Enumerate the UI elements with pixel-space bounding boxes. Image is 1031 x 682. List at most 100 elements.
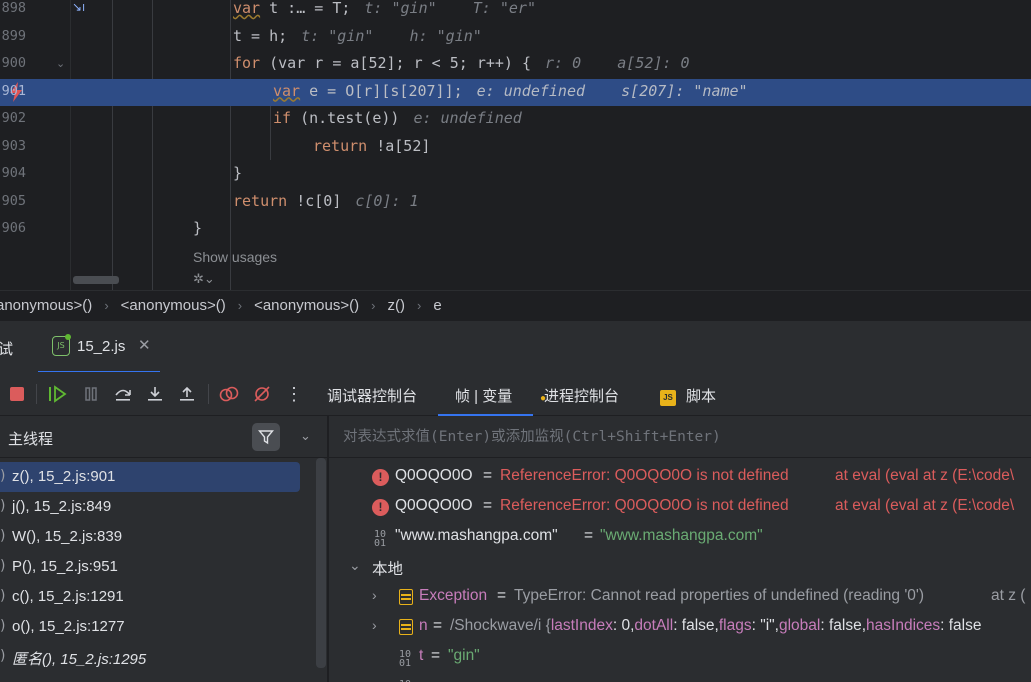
- mute-breakpoints-icon[interactable]: [251, 383, 273, 405]
- line-number: 901: [1, 82, 26, 99]
- watch-value: ReferenceError: Q0OQO0O is not defined: [500, 467, 789, 484]
- chevron-right-icon[interactable]: ›: [372, 617, 377, 633]
- equals-sign: =: [483, 467, 493, 484]
- scope-local[interactable]: ⌄ 本地: [329, 552, 1031, 582]
- stack-frame[interactable]: ) P(), 15_2.js:951: [0, 552, 300, 582]
- code-editor[interactable]: ↘I 898 var t :… = T; t: "gin" T: "er" 899…: [0, 0, 1031, 290]
- stack-frame[interactable]: ) 匿名(), 15_2.js:1295: [0, 642, 300, 672]
- step-out-icon[interactable]: [176, 383, 198, 405]
- stack-frame[interactable]: ) c(), 15_2.js:1291: [0, 582, 300, 612]
- equals-sign: =: [483, 497, 493, 514]
- code-line[interactable]: 899 t = h; t: "gin" h: "gin": [0, 24, 1031, 51]
- frame-icon: ): [0, 648, 6, 664]
- variable-value: "gin": [448, 647, 480, 664]
- keyword: for: [233, 54, 261, 72]
- view-breakpoints-icon[interactable]: [218, 383, 240, 405]
- watch-row[interactable]: ! Q0OQO0O = ReferenceError: Q0OQO0O is n…: [329, 492, 1031, 522]
- horizontal-scrollbar[interactable]: [73, 276, 119, 284]
- code-text: t = h;: [233, 26, 288, 45]
- breadcrumb-item[interactable]: e: [427, 297, 447, 314]
- filter-icon[interactable]: [252, 423, 280, 451]
- stop-icon[interactable]: [6, 383, 28, 405]
- keyword: var: [273, 81, 301, 100]
- code-line[interactable]: 900 ⌄ for (var r = a[52]; r < 5; r++) {r…: [0, 51, 1031, 78]
- watch-name: "www.mashangpa.com": [395, 527, 558, 544]
- variable-row[interactable]: › n = /Shockwave/i {lastIndex: 0,dotAll:…: [329, 612, 1031, 642]
- variable-row[interactable]: › Exception = TypeError: Cannot read pro…: [329, 582, 1031, 612]
- primitive-value-icon: 1001: [374, 529, 387, 549]
- code-text: t :… = T;: [260, 0, 351, 17]
- tab-scripts[interactable]: JS 脚本: [660, 372, 716, 416]
- code-line[interactable]: 905 return !c[0] c[0]: 1: [0, 189, 1031, 216]
- tab-debugger-console[interactable]: 调试器控制台: [327, 372, 417, 416]
- chevron-right-icon: ›: [416, 298, 422, 313]
- vertical-scrollbar[interactable]: [316, 458, 326, 668]
- equals-sign: =: [431, 647, 441, 664]
- tab-process-console[interactable]: ●进程控制台: [540, 372, 619, 416]
- close-icon[interactable]: ✕: [138, 336, 151, 354]
- frame-icon: ): [0, 528, 6, 544]
- code-line[interactable]: 906 }: [0, 216, 1031, 243]
- stack-frame[interactable]: ) o(), 15_2.js:1277: [0, 612, 300, 642]
- inline-value-hint: t: "gin" T: "er": [364, 0, 536, 17]
- tab-15_2-js[interactable]: JS 15_2.js ✕: [38, 321, 160, 373]
- variable-row[interactable]: 10 01 t = "gin": [329, 642, 1031, 672]
- frame-icon: ): [0, 588, 6, 604]
- object-icon: [399, 619, 413, 635]
- code-line[interactable]: 904 }: [0, 161, 1031, 188]
- stack-frame[interactable]: ) W(), 15_2.js:839: [0, 522, 300, 552]
- toolwindow-title: 试: [0, 341, 14, 358]
- breadcrumb-item[interactable]: <anonymous>(): [115, 297, 232, 314]
- chevron-down-icon[interactable]: ⌄: [300, 428, 311, 444]
- debug-toolbar: ⋮ 调试器控制台 帧 | 变量 ●进程控制台 JS 脚本: [0, 372, 1031, 416]
- chevron-down-icon[interactable]: ⌄: [349, 557, 361, 574]
- step-over-icon[interactable]: [112, 383, 134, 405]
- inline-value-hint: r: 0 a[52]: 0: [545, 54, 690, 72]
- code-line[interactable]: 902 if (n.test(e)) e: undefined: [0, 106, 1031, 133]
- keyword: return: [313, 136, 368, 155]
- breadcrumb-item[interactable]: z(): [381, 297, 411, 314]
- line-number: 903: [1, 137, 26, 154]
- resume-icon[interactable]: [46, 383, 68, 405]
- tab-frames-variables[interactable]: 帧 | 变量: [438, 372, 533, 416]
- inline-value-hint: e: undefined: [413, 109, 522, 127]
- watch-row[interactable]: ! Q0OQO0O = ReferenceError: Q0OQO0O is n…: [329, 462, 1031, 492]
- equals-sign: =: [584, 527, 594, 544]
- fold-chevron-icon[interactable]: ⌄: [56, 57, 65, 70]
- watch-row[interactable]: 10 01 "www.mashangpa.com" = "www.mashangp…: [329, 522, 1031, 552]
- code-line[interactable]: 903 return !a[52]: [0, 134, 1031, 161]
- variable-row[interactable]: 1001: [329, 672, 1031, 682]
- code-text: (var r = a[52]; r < 5; r++) {: [260, 54, 532, 72]
- chevron-right-icon[interactable]: ›: [372, 587, 377, 603]
- stack-frame[interactable]: ) j(), 15_2.js:849: [0, 492, 300, 522]
- breadcrumb-item[interactable]: anonymous>(): [0, 297, 98, 314]
- line-number: 898: [1, 0, 26, 16]
- stack-frame[interactable]: ) z(), 15_2.js:901: [0, 462, 300, 492]
- frames-panel: 主线程 ⌄ ) z(), 15_2.js:901 ) j(), 15_2.js:84…: [0, 416, 328, 682]
- line-number: 899: [1, 27, 26, 44]
- code-text: (n.test(e)): [291, 109, 400, 127]
- ai-assistant-icon[interactable]: ✲⌄: [193, 271, 215, 287]
- frame-icon: ): [0, 468, 6, 484]
- primitive-value-icon: 1001: [399, 649, 412, 669]
- code-line[interactable]: 898 var t :… = T; t: "gin" T: "er": [0, 0, 1031, 23]
- line-number: 906: [1, 220, 26, 236]
- scope-label: 本地: [372, 561, 404, 578]
- more-options-icon[interactable]: ⋮: [283, 383, 305, 405]
- breadcrumb-item[interactable]: <anonymous>(): [248, 297, 365, 314]
- code-text: !c[0]: [287, 191, 342, 210]
- code-text: }: [233, 164, 243, 182]
- thread-selector[interactable]: 主线程 ⌄: [0, 416, 328, 458]
- running-indicator-icon: [65, 334, 71, 340]
- line-number: 905: [1, 192, 26, 209]
- show-usages-link[interactable]: Show usages: [193, 249, 277, 265]
- code-text: }: [193, 219, 203, 237]
- watch-value: ReferenceError: Q0OQO0O is not defined: [500, 497, 789, 514]
- evaluate-expression-input[interactable]: [329, 416, 1031, 458]
- watch-value: "www.mashangpa.com": [600, 527, 763, 544]
- current-execution-line[interactable]: 901 var e = O[r][s[207]]; e: undefined s[…: [0, 78, 1031, 106]
- step-into-icon[interactable]: [144, 383, 166, 405]
- pause-icon[interactable]: [80, 383, 102, 405]
- breadcrumb: anonymous>() › <anonymous>() › <anonymou…: [0, 290, 1031, 320]
- variables-panel: ! Q0OQO0O = ReferenceError: Q0OQO0O is n…: [329, 416, 1031, 682]
